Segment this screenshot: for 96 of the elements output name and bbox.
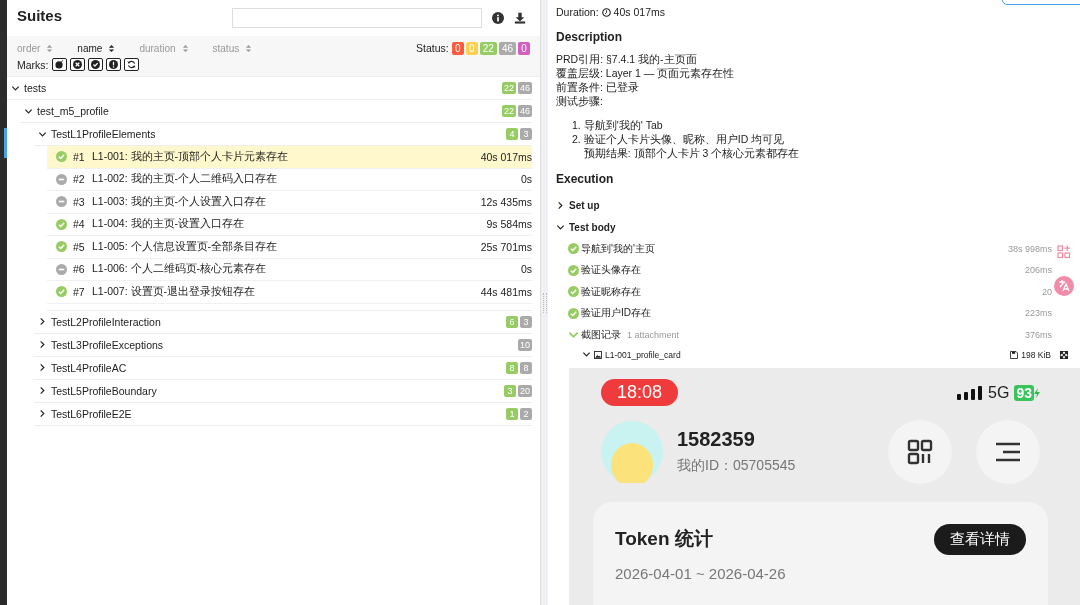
count-badge: 4 xyxy=(506,128,518,140)
tree-node[interactable]: TestL5ProfileBoundary 3 20 xyxy=(34,379,532,403)
save-icon xyxy=(1010,350,1019,359)
chevron-right-icon xyxy=(38,363,47,372)
test-case-row[interactable]: #3 L1-003: 我的主页-个人设置入口存在 12s 435ms xyxy=(47,191,532,214)
description-line: 前置条件: 已登录 xyxy=(556,80,640,94)
step-row[interactable]: 导航到'我的'主页 38s 998ms xyxy=(568,238,1052,260)
step-duration: 223ms xyxy=(1025,308,1052,319)
card-title: Token 统计 xyxy=(615,527,713,551)
tree-node[interactable]: test_m5_profile 22 46 xyxy=(20,100,532,123)
test-case-row[interactable]: #6 L1-006: 个人二维码页-核心元素存在 0s xyxy=(47,258,532,281)
count-badge: 2 xyxy=(520,407,532,420)
tree-node[interactable]: tests 22 46 xyxy=(7,77,532,100)
chevron-right-icon xyxy=(38,317,47,326)
marks-label: Marks: xyxy=(17,58,49,71)
battery-level: 93 xyxy=(1014,384,1034,401)
list-item-text: 预期结果: 顶部个人卡片 3 个核心元素都存在 xyxy=(583,146,800,160)
test-case-row[interactable]: #5 L1-005: 个人信息设置页-全部条目存在 25s 701ms xyxy=(47,236,532,259)
count-badge: 10 xyxy=(518,338,532,351)
test-case-row[interactable]: #1 L1-001: 我的主页-顶部个人卡片元素存在 40s 017ms xyxy=(47,146,532,169)
user-id: 我的ID：05705545 xyxy=(677,457,796,475)
step-duration: 38s 998ms xyxy=(1007,243,1052,254)
tree-node[interactable]: TestL4ProfileAC 8 8 xyxy=(34,356,532,380)
tree-node[interactable]: TestL6ProfileE2E 1 2 xyxy=(34,402,532,426)
status-time: 18:08 xyxy=(601,379,679,406)
test-case-row[interactable]: #7 L1-007: 设置页-退出登录按钮存在 44s 481ms xyxy=(47,281,532,304)
list-item-text: 验证个人卡片头像、昵称、用户ID 均可见 xyxy=(583,132,786,146)
sort-arrows-icon xyxy=(108,43,116,53)
download-icon[interactable] xyxy=(514,12,526,24)
mark-filter[interactable] xyxy=(69,58,85,71)
count-badge: 1 xyxy=(506,407,518,420)
count-badge: 8 xyxy=(506,361,518,374)
tree-node[interactable]: TestL3ProfileExceptions 10 xyxy=(34,333,532,357)
list-number: 2. xyxy=(572,132,581,147)
count-badge: 46 xyxy=(518,105,532,117)
count-badge: 6 xyxy=(506,315,518,328)
mark-filter[interactable] xyxy=(51,58,67,71)
clock-icon xyxy=(601,7,611,17)
date-range: 2026-04-01 ~ 2026-04-26 xyxy=(615,564,787,582)
step-row[interactable]: 截图记录 1 attachment 376ms xyxy=(568,324,1052,346)
qr-code-icon[interactable] xyxy=(888,419,952,484)
description-line: PRD引用: §7.4.1 我的-主页面 xyxy=(556,52,698,66)
resize-handle[interactable] xyxy=(542,292,547,313)
list-number: 1. xyxy=(572,118,581,132)
expand-icon[interactable] xyxy=(1060,350,1068,359)
status-label: Status: xyxy=(416,42,449,54)
nickname: 1582359 xyxy=(677,428,756,451)
mark-filter[interactable] xyxy=(87,58,103,71)
mark-filter[interactable] xyxy=(105,58,121,71)
sort-arrows-icon xyxy=(245,43,253,53)
search-field[interactable] xyxy=(232,8,482,28)
section-toggle[interactable]: Test body xyxy=(556,216,1068,238)
count-badge: 3 xyxy=(504,384,516,397)
section-toggle[interactable]: Set up xyxy=(556,194,1068,216)
step-duration: 20 xyxy=(1042,286,1052,297)
count-badge: 3 xyxy=(520,315,532,328)
signal-icon xyxy=(957,385,984,400)
test-case-row[interactable]: #2 L1-002: 我的主页-个人二维码入口存在 0s xyxy=(47,168,532,191)
panel-title: Suites xyxy=(17,7,63,24)
chevron-right-icon xyxy=(556,200,565,210)
attachment-row[interactable]: L1-001_profile_card 198 KiB xyxy=(582,345,1068,364)
section-heading: Execution xyxy=(556,172,615,186)
description-line: 测试步骤: xyxy=(556,94,604,108)
chevron-right-icon xyxy=(38,409,47,418)
duration-value: 40s 017ms xyxy=(613,6,665,18)
step-row[interactable]: 验证头像存在 206ms xyxy=(568,259,1052,281)
image-icon xyxy=(594,350,602,359)
details-button[interactable]: 查看详情 xyxy=(934,523,1026,555)
tree-node[interactable]: TestL2ProfileInteraction 6 3 xyxy=(34,310,532,334)
chevron-down-icon xyxy=(582,350,591,359)
chevron-right-icon xyxy=(38,340,47,349)
menu-icon[interactable] xyxy=(976,419,1040,484)
step-row[interactable]: 验证昵称存在 20 xyxy=(568,281,1052,303)
step-duration: 376ms xyxy=(1025,329,1052,340)
sort-arrows-icon xyxy=(181,43,189,53)
count-badge: 22 xyxy=(501,82,516,94)
step-duration: 206ms xyxy=(1025,265,1052,276)
sort-button[interactable]: name xyxy=(77,42,116,54)
sort-arrows-icon xyxy=(46,43,54,53)
count-badge: 20 xyxy=(518,384,532,397)
count-badge: 22 xyxy=(501,105,516,117)
test-case-row[interactable]: #4 L1-004: 我的主页-设置入口存在 9s 584ms xyxy=(47,213,532,236)
info-icon[interactable] xyxy=(492,12,504,24)
attachment-count: 1 attachment xyxy=(627,329,680,340)
count-badge: 46 xyxy=(518,82,532,94)
step-row[interactable]: 验证用户ID存在 223ms xyxy=(568,302,1052,324)
section-heading: Description xyxy=(556,30,623,44)
duration-label: Duration: xyxy=(556,6,599,18)
list-item-text: 导航到'我的' Tab xyxy=(583,118,663,132)
count-badge: 3 xyxy=(520,128,532,140)
count-badge: 8 xyxy=(520,361,532,374)
avatar xyxy=(601,420,663,483)
mark-filter[interactable] xyxy=(123,58,139,71)
network-label: 5G xyxy=(988,383,1010,402)
description-line: 覆盖层级: Layer 1 — 页面元素存在性 xyxy=(556,66,736,80)
chevron-right-icon xyxy=(38,386,47,395)
